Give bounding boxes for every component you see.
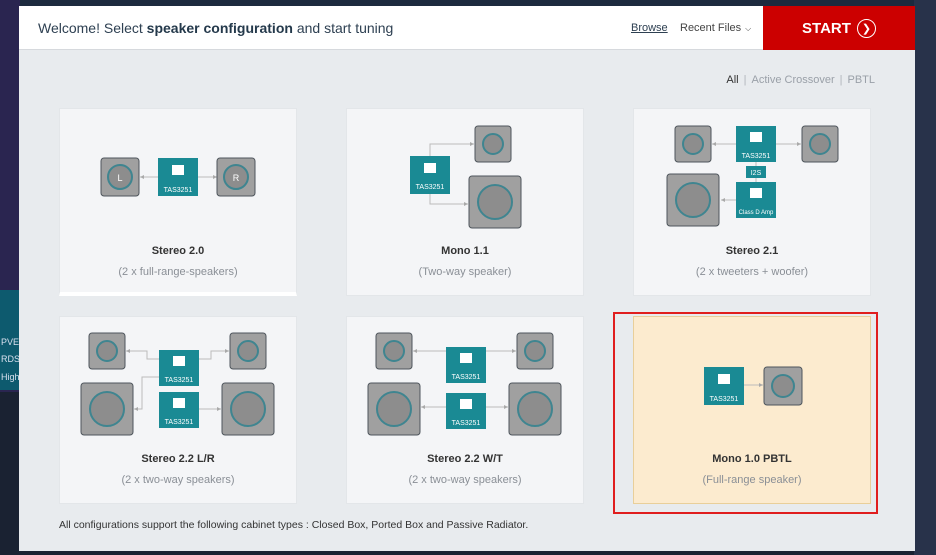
chip-icon [460, 353, 472, 363]
speaker-cone [682, 133, 704, 155]
card-subtitle: (2 x full-range-speakers) [118, 266, 238, 278]
connector-line [134, 376, 159, 410]
dialog-header: Welcome! Select speaker configuration an… [19, 6, 915, 50]
arrow-head [217, 407, 221, 411]
chip-label: TAS3251 [742, 153, 771, 160]
arrow-head [721, 198, 725, 202]
connector-line [429, 194, 468, 205]
welcome-text: Welcome! Select speaker configuration an… [38, 20, 393, 36]
card-stereo-2-2-lr[interactable]: TAS3251 TAS3251 Stereo 2.2 L/R (2 x two-… [59, 316, 297, 504]
card-subtitle: (2 x tweeters + woofer) [695, 266, 809, 278]
card-subtitle: (2 x two-way speakers) [408, 474, 522, 486]
chip-label: TAS3251 [165, 377, 194, 384]
arrow-head [512, 349, 516, 353]
background-text: PVE [1, 337, 20, 347]
card-stereo-2-1[interactable]: TAS3251 I2S Class D Amp Stereo 2.1 (2 x … [633, 108, 871, 296]
recent-files-label: Recent Files [680, 22, 742, 34]
start-button[interactable]: START ❯ [763, 6, 915, 50]
filter-all[interactable]: All [726, 74, 738, 86]
chip-icon [750, 188, 762, 198]
chip-label: TAS3251 [452, 420, 481, 427]
mono-1-1-diagram: TAS3251 [410, 125, 522, 229]
welcome-prefix: Welcome! Select [38, 20, 147, 36]
browse-link[interactable]: Browse [631, 22, 668, 34]
chip-icon [172, 165, 184, 175]
card-stereo-2-2-wt[interactable]: TAS3251 TAS3251 Stereo 2.2 W/T (2 x two-… [346, 316, 584, 504]
filter-active-crossover[interactable]: Active Crossover [751, 74, 834, 86]
arrow-head [140, 175, 144, 179]
arrow-head [712, 142, 716, 146]
chip-label: TAS3251 [164, 187, 193, 194]
card-subtitle: (2 x two-way speakers) [121, 474, 235, 486]
selection-highlight [613, 312, 878, 514]
speaker-cone [482, 133, 504, 155]
speaker-cone [230, 391, 266, 427]
left-channel-label: L [117, 173, 122, 183]
speaker-cone [517, 391, 553, 427]
connector-line [199, 350, 229, 360]
arrow-head [413, 349, 417, 353]
stereo-2-0-diagram: L TAS3251 R [100, 157, 256, 197]
card-mono-1-1[interactable]: TAS3251 Mono 1.1 (Two-way speaker) [346, 108, 584, 296]
chip-icon [424, 163, 436, 173]
background-app-right [914, 0, 936, 555]
speaker-cone [376, 391, 412, 427]
arrow-head [126, 349, 130, 353]
i2s-label: I2S [751, 170, 762, 177]
stereo-2-2-wt-diagram: TAS3251 TAS3251 [367, 332, 562, 436]
chip-label: TAS3251 [416, 184, 445, 191]
speaker-cone [383, 340, 405, 362]
welcome-suffix: and start tuning [292, 20, 394, 36]
arrow-head [134, 407, 138, 411]
right-channel-label: R [233, 173, 240, 183]
class-d-label: Class D Amp [739, 210, 774, 216]
speaker-config-dialog: Welcome! Select speaker configuration an… [19, 6, 915, 551]
connector-line [126, 350, 159, 360]
arrow-head [421, 405, 425, 409]
chip-icon [173, 398, 185, 408]
background-text: High [1, 372, 20, 382]
connector-line [429, 143, 474, 156]
chevron-down-icon: ⌵ [745, 24, 752, 33]
speaker-cone [809, 133, 831, 155]
chip-icon [750, 132, 762, 142]
chip-icon [460, 399, 472, 409]
arrow-head [504, 405, 508, 409]
filter-pbtl[interactable]: PBTL [847, 74, 875, 86]
speaker-cone [675, 182, 711, 218]
recent-files-dropdown[interactable]: Recent Files ⌵ [680, 22, 751, 34]
welcome-bold: speaker configuration [146, 20, 293, 36]
speaker-cone [524, 340, 546, 362]
start-label: START [802, 19, 851, 37]
arrow-head [225, 349, 229, 353]
filter-bar: All | Active Crossover | PBTL [726, 74, 875, 86]
card-title: Mono 1.1 [441, 245, 489, 257]
stereo-2-1-diagram: TAS3251 I2S Class D Amp [666, 125, 839, 227]
chip-label: TAS3251 [165, 419, 194, 426]
cabinet-types-note: All configurations support the following… [59, 519, 529, 531]
speaker-cone [237, 340, 259, 362]
card-title: Stereo 2.1 [725, 245, 779, 257]
speaker-cone [89, 391, 125, 427]
stereo-2-2-lr-diagram: TAS3251 TAS3251 [80, 332, 275, 436]
speaker-cone [96, 340, 118, 362]
filter-divider: | [839, 74, 843, 86]
chip-label: TAS3251 [452, 374, 481, 381]
filter-divider: | [743, 74, 747, 86]
chip-icon [173, 356, 185, 366]
arrow-head [797, 142, 801, 146]
card-stereo-2-0[interactable]: L TAS3251 R Stereo 2.0 (2 x full-range-s… [59, 108, 297, 296]
card-subtitle: (Two-way speaker) [418, 266, 512, 278]
speaker-cone [477, 184, 513, 220]
chevron-right-icon: ❯ [856, 18, 876, 38]
background-text: RDS [1, 354, 21, 364]
arrow-head [464, 202, 468, 206]
card-title: Stereo 2.2 W/T [427, 453, 503, 465]
arrow-head [470, 142, 474, 146]
card-title: Stereo 2.2 L/R [141, 453, 215, 465]
arrow-head [213, 175, 217, 179]
card-title: Stereo 2.0 [151, 245, 205, 257]
